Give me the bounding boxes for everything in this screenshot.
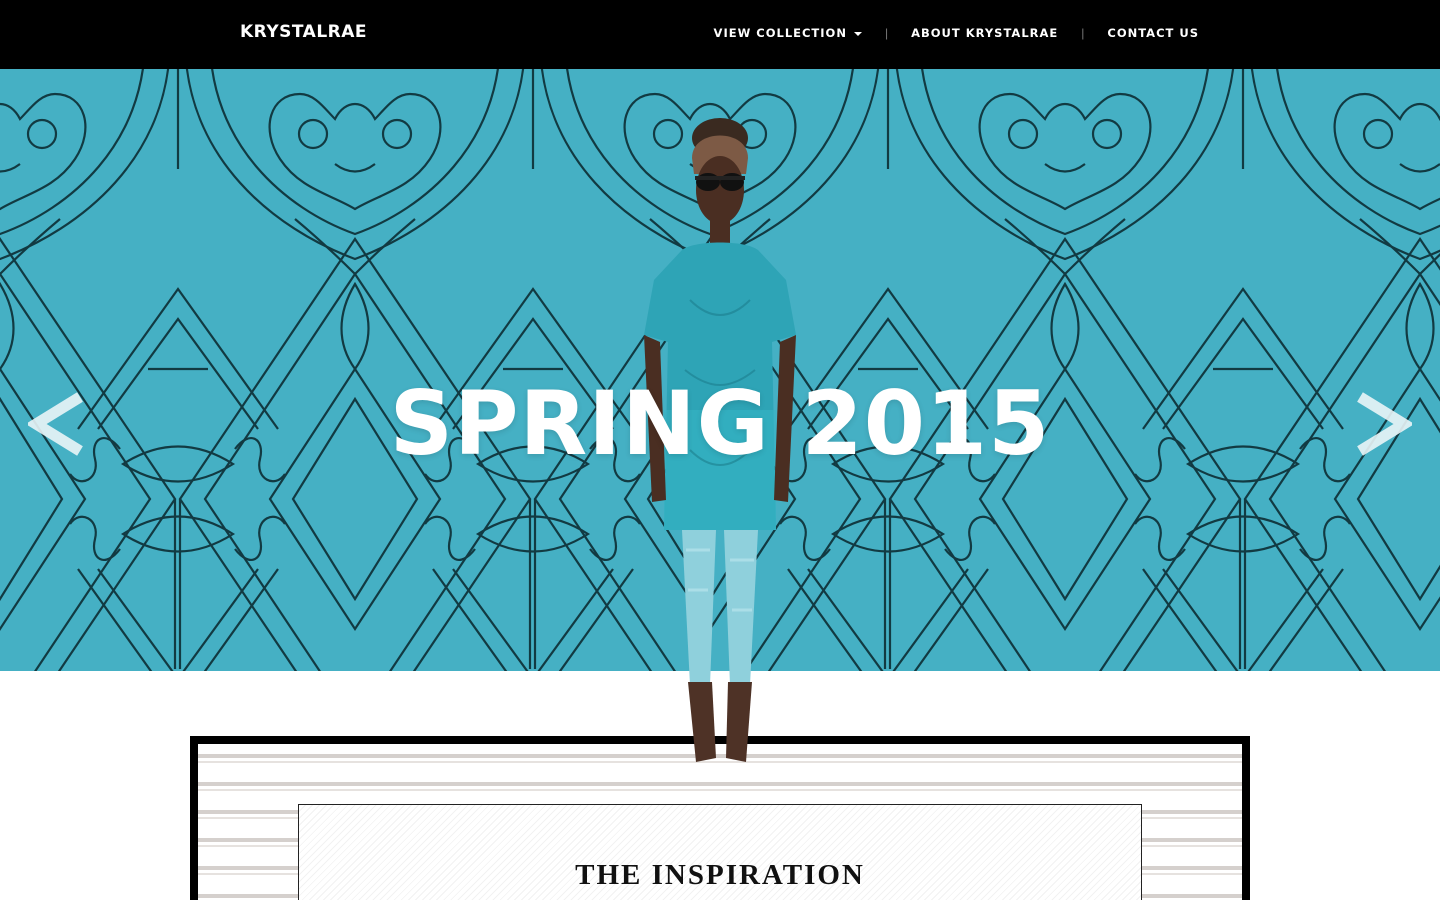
inspiration-card: THE INSPIRATION bbox=[298, 804, 1142, 900]
nav-view-collection-label: VIEW COLLECTION bbox=[713, 26, 847, 40]
nav-contact[interactable]: CONTACT US bbox=[1107, 26, 1199, 40]
hero-title: SPRING 2015 bbox=[389, 372, 1051, 475]
section-title: THE INSPIRATION bbox=[575, 859, 865, 891]
chevron-right-icon bbox=[1357, 392, 1415, 456]
carousel-next-button[interactable] bbox=[1356, 391, 1415, 457]
carousel-prev-button[interactable] bbox=[25, 391, 84, 457]
nav-about[interactable]: ABOUT KRYSTALRAE bbox=[911, 26, 1058, 40]
nav-separator: | bbox=[884, 26, 889, 40]
nav-view-collection[interactable]: VIEW COLLECTION bbox=[714, 26, 862, 40]
brand-logo[interactable]: KRYSTALRAE bbox=[240, 22, 367, 42]
chevron-left-icon bbox=[25, 392, 83, 456]
nav-links: VIEW COLLECTION | ABOUT KRYSTALRAE | CON… bbox=[714, 26, 1199, 40]
caret-down-icon bbox=[853, 31, 862, 36]
nav-separator: | bbox=[1081, 26, 1085, 40]
top-navbar: KRYSTALRAE VIEW COLLECTION | ABOUT KRYST… bbox=[0, 0, 1440, 69]
